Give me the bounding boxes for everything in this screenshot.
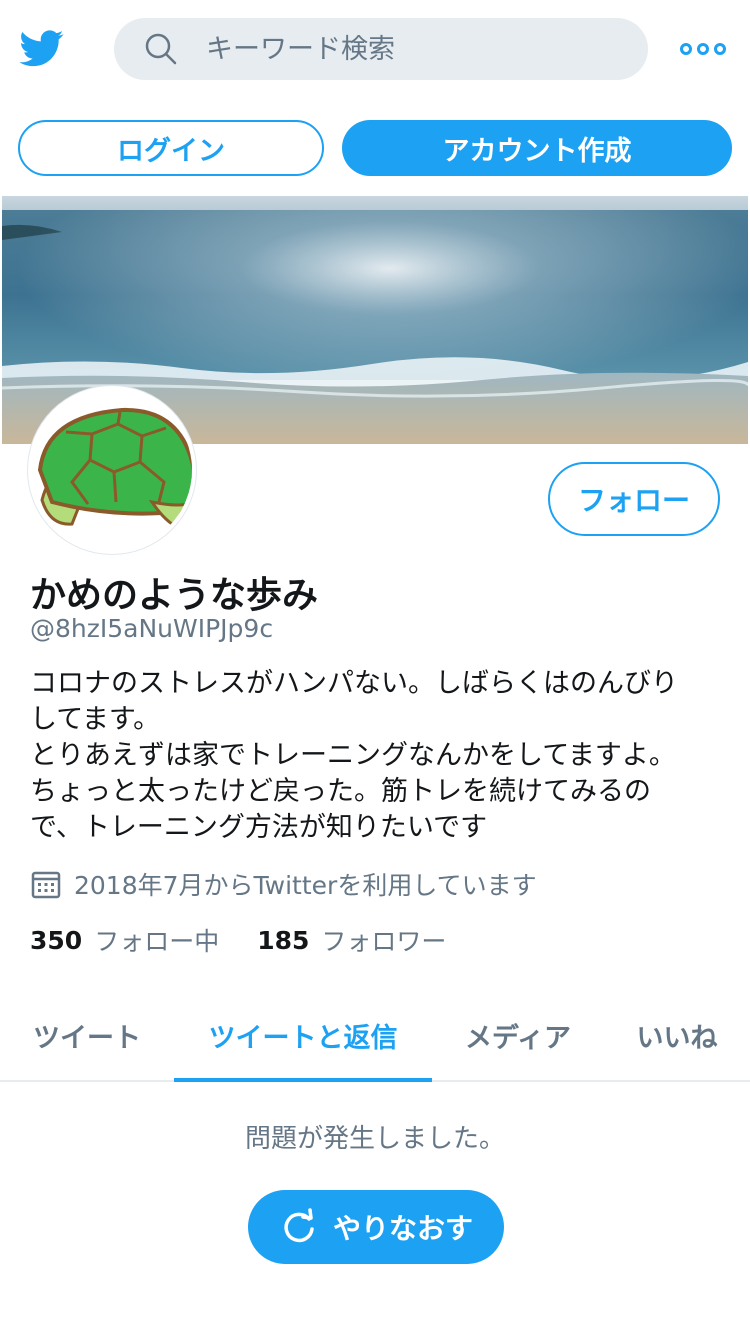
retry-button[interactable]: やりなおす (248, 1190, 504, 1264)
followers-link[interactable]: 185 フォロワー (257, 922, 446, 958)
followers-count: 185 (257, 925, 310, 955)
turtle-avatar-icon (32, 390, 192, 550)
following-label: フォロー中 (94, 927, 220, 956)
signup-button[interactable]: アカウント作成 (342, 120, 732, 176)
top-bar (0, 0, 750, 98)
user-handle: @8hzI5aNuWIPJp9c (30, 614, 274, 643)
dot (714, 43, 726, 55)
dot (697, 43, 709, 55)
calendar-icon (30, 868, 62, 900)
profile-tabs: ツイート ツイートと返信 メディア いいね (0, 990, 750, 1082)
auth-buttons: ログイン アカウント作成 (0, 120, 750, 178)
display-name: かめのような歩み (30, 575, 319, 616)
twitter-bird-icon[interactable] (18, 26, 66, 70)
following-count: 350 (30, 925, 83, 955)
profile-stats: 350 フォロー中 185 フォロワー (30, 920, 446, 960)
followers-label: フォロワー (321, 927, 447, 956)
avatar[interactable] (28, 386, 196, 554)
login-button[interactable]: ログイン (18, 120, 324, 176)
profile-bio: コロナのストレスがハンパない。しばらくはのんびり してます。 とりあえずは家でト… (30, 668, 678, 843)
join-date-text: 2018年7月からTwitterを利用しています (74, 871, 537, 900)
refresh-icon (279, 1207, 319, 1247)
tab-media[interactable]: メディア (432, 990, 604, 1080)
search-input[interactable] (206, 18, 626, 80)
error-message: 問題が発生しました。 (244, 1124, 505, 1154)
follow-button[interactable]: フォロー (548, 462, 720, 536)
dot (680, 43, 692, 55)
following-link[interactable]: 350 フォロー中 (30, 922, 219, 958)
retry-label: やりなおす (332, 1212, 473, 1245)
tab-tweets[interactable]: ツイート (0, 990, 174, 1080)
search-icon (144, 32, 178, 66)
tab-likes[interactable]: いいね (604, 990, 750, 1080)
more-dots-icon[interactable] (680, 34, 726, 64)
tab-tweets-and-replies[interactable]: ツイートと返信 (174, 990, 432, 1082)
join-date: 2018年7月からTwitterを利用しています (30, 864, 537, 904)
search-bar[interactable] (114, 18, 648, 80)
